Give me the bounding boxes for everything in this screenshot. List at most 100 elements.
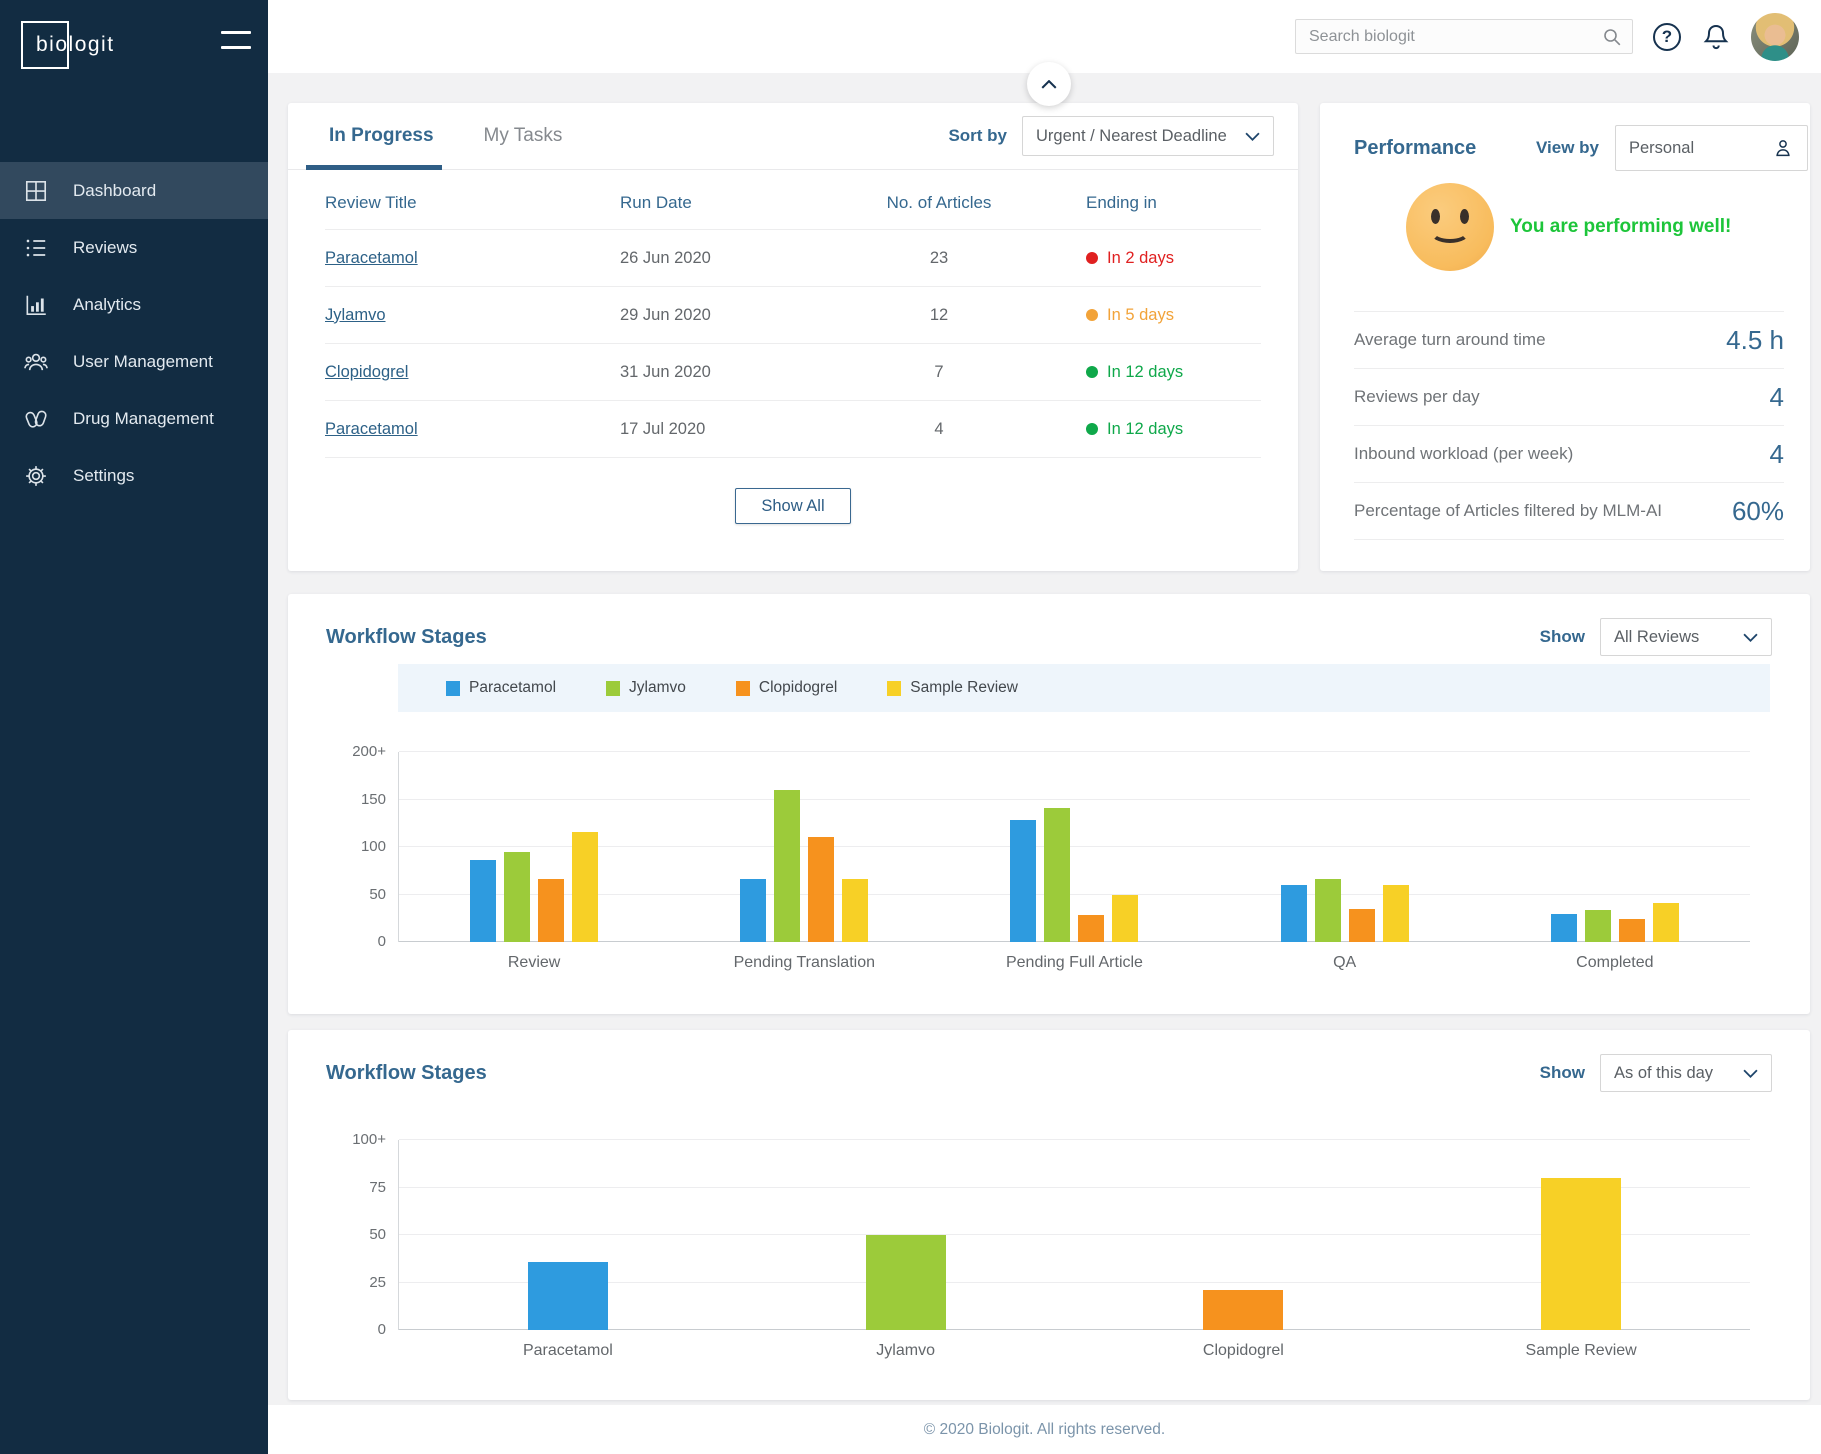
bars (1541, 1140, 1621, 1330)
bar-jylamvo (1315, 879, 1341, 942)
ending-text: In 12 days (1107, 363, 1183, 382)
metric-value: 4 (1770, 439, 1784, 470)
sidebar-item-settings[interactable]: Settings (0, 447, 268, 504)
sidebar-item-dashboard[interactable]: Dashboard (0, 162, 268, 219)
ending-in: In 12 days (1050, 363, 1261, 382)
table-row: Paracetamol17 Jul 20204In 12 days (325, 401, 1261, 458)
bar-jylamvo (504, 852, 530, 942)
reviews-table: Review TitleRun DateNo. of ArticlesEndin… (288, 177, 1298, 458)
sidebar-item-drug-management[interactable]: Drug Management (0, 390, 268, 447)
notifications-bell-icon[interactable] (1701, 21, 1731, 53)
user-avatar[interactable] (1751, 13, 1799, 61)
hamburger-menu-icon[interactable] (221, 31, 251, 49)
column-header: Review Title (325, 193, 620, 213)
bar-sample-review (1653, 903, 1679, 942)
sidebar-item-user-management[interactable]: User Management (0, 333, 268, 390)
search-input[interactable] (1309, 28, 1602, 46)
chart-header: Workflow Stages Show All Reviews (288, 594, 1810, 656)
biologit-logo: biologit (21, 21, 69, 69)
sort-by-label: Sort by (948, 126, 1007, 146)
y-axis-tick: 100+ (352, 1131, 386, 1148)
bar-group-pending-translation: Pending Translation (740, 752, 868, 942)
collapse-panel-button[interactable] (1027, 62, 1071, 106)
run-date: 26 Jun 2020 (620, 249, 828, 268)
tab-my-tasks[interactable]: My Tasks (480, 103, 567, 169)
bar-clopidogrel (808, 837, 834, 942)
metric-row: Percentage of Articles filtered by MLM-A… (1354, 482, 1784, 539)
bar-sample-review (1383, 885, 1409, 942)
status-dot-orange (1086, 309, 1098, 321)
bars (1551, 752, 1679, 942)
search-box (1295, 19, 1633, 54)
table-row: Paracetamol26 Jun 202023In 2 days (325, 230, 1261, 287)
bar-paracetamol (1010, 820, 1036, 942)
review-link[interactable]: Clopidogrel (325, 363, 620, 382)
ending-in: In 5 days (1050, 306, 1261, 325)
x-axis-label: Sample Review (1526, 1342, 1637, 1360)
legend-item-jylamvo: Jylamvo (606, 679, 686, 697)
review-link[interactable]: Paracetamol (325, 249, 620, 268)
status-dot-red (1086, 252, 1098, 264)
x-axis-label: Jylamvo (876, 1342, 935, 1360)
y-axis-tick: 0 (378, 1321, 386, 1338)
bar-sample-review (1541, 1178, 1621, 1330)
bar-group-completed: Completed (1551, 752, 1679, 942)
chevron-down-icon (1743, 633, 1758, 642)
column-header: Ending in (1050, 193, 1261, 213)
y-axis-tick: 150 (361, 791, 386, 808)
dashboard-content: In Progress My Tasks Sort by Urgent / Nea… (268, 73, 1821, 1405)
main-area: ? In Progress My Tasks Sort by Urgent / N… (268, 0, 1821, 1454)
show-label: Show (1540, 627, 1585, 647)
drug-management-icon (23, 406, 49, 432)
y-axis-tick: 50 (369, 1226, 386, 1243)
footer: © 2020 Biologit. All rights reserved. (268, 1405, 1821, 1454)
review-link[interactable]: Jylamvo (325, 306, 620, 325)
sidebar-item-reviews[interactable]: Reviews (0, 219, 268, 276)
workflow-stages-chart: 050100150200+ReviewPending TranslationPe… (398, 752, 1750, 942)
articles-count: 7 (828, 363, 1050, 382)
bars (528, 1140, 608, 1330)
show-select-as-of-day[interactable]: As of this day (1600, 1054, 1772, 1092)
sort-by-value: Urgent / Nearest Deadline (1036, 127, 1227, 146)
bar-group-jylamvo: Jylamvo (866, 1140, 946, 1330)
y-axis-tick: 25 (369, 1274, 386, 1291)
bars (1281, 752, 1409, 942)
chevron-down-icon (1245, 132, 1260, 141)
review-link[interactable]: Paracetamol (325, 420, 620, 439)
ending-in: In 2 days (1050, 249, 1261, 268)
sort-by-select[interactable]: Urgent / Nearest Deadline (1022, 116, 1274, 156)
bar-clopidogrel (1078, 915, 1104, 942)
help-icon[interactable]: ? (1653, 23, 1681, 51)
metric-row: Average turn around time4.5 h (1354, 311, 1784, 368)
performance-title: Performance (1354, 137, 1476, 160)
show-select-all-reviews[interactable]: All Reviews (1600, 618, 1772, 656)
ending-text: In 5 days (1107, 306, 1174, 325)
x-axis-label: Pending Full Article (1006, 954, 1143, 972)
legend-item-sample-review: Sample Review (887, 679, 1018, 697)
run-date: 29 Jun 2020 (620, 306, 828, 325)
column-header: Run Date (620, 193, 828, 213)
view-by-select[interactable]: Personal (1615, 125, 1808, 171)
chart-title: Workflow Stages (326, 1062, 487, 1085)
tab-in-progress[interactable]: In Progress (325, 103, 438, 169)
bar-paracetamol (528, 1262, 608, 1330)
sort-by-group: Sort by Urgent / Nearest Deadline (948, 116, 1274, 156)
metric-row: Inbound workload (per week)4 (1354, 425, 1784, 482)
bars (1203, 1140, 1283, 1330)
bar-sample-review (1112, 895, 1138, 942)
metric-label: Average turn around time (1354, 330, 1546, 350)
in-progress-card: In Progress My Tasks Sort by Urgent / Nea… (288, 103, 1298, 571)
legend-swatch-jylamvo (606, 681, 620, 696)
sidebar-item-analytics[interactable]: Analytics (0, 276, 268, 333)
show-all-button[interactable]: Show All (735, 488, 851, 524)
bar-group-pending-full-article: Pending Full Article (1010, 752, 1138, 942)
search-icon[interactable] (1602, 27, 1622, 47)
sidebar: biologit DashboardReviewsAnalyticsUser M… (0, 0, 268, 1454)
performance-card: Performance View by Personal (1320, 103, 1810, 571)
chart-header: Workflow Stages Show As of this day (288, 1030, 1810, 1092)
articles-count: 12 (828, 306, 1050, 325)
logo-text: biologit (36, 33, 115, 57)
column-header: No. of Articles (828, 193, 1050, 213)
chart-title: Workflow Stages (326, 626, 487, 649)
legend-label: Sample Review (910, 679, 1018, 697)
